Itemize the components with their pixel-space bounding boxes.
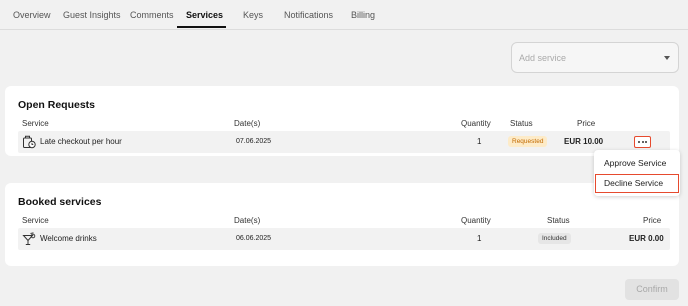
service-name: Welcome drinks (40, 234, 97, 243)
status-badge: Included (538, 233, 571, 244)
dot (645, 141, 647, 143)
decline-service-item[interactable]: Decline Service (595, 174, 679, 193)
col-quantity: Quantity (461, 216, 491, 225)
add-service-placeholder: Add service (519, 53, 567, 63)
table-row: Welcome drinks 06.06.2025 1 Included EUR… (18, 228, 670, 250)
service-price: EUR 10.00 (564, 137, 604, 146)
table-row: Late checkout per hour 07.06.2025 1 Requ… (18, 131, 670, 153)
tab-comments[interactable]: Comments (130, 10, 174, 20)
active-tab-indicator (177, 26, 226, 28)
col-price: Price (577, 119, 596, 128)
service-price: EUR 0.00 (629, 234, 664, 243)
service-name: Late checkout per hour (40, 137, 122, 146)
cocktail-icon (22, 232, 36, 245)
col-status: Status (547, 216, 570, 225)
booked-services-title: Booked services (18, 196, 102, 208)
tab-keys[interactable]: Keys (243, 10, 263, 20)
add-service-select[interactable]: Add service (511, 42, 679, 73)
luggage-clock-icon (23, 135, 36, 149)
col-dates: Date(s) (234, 119, 261, 128)
open-requests-title: Open Requests (18, 99, 96, 111)
service-quantity: 1 (477, 234, 482, 243)
tab-bar: Overview Guest Insights Comments Service… (0, 0, 688, 30)
tab-overview[interactable]: Overview (13, 10, 51, 20)
col-service: Service (22, 216, 49, 225)
service-date: 06.06.2025 (236, 235, 272, 242)
tab-guest-insights[interactable]: Guest Insights (63, 10, 121, 20)
col-dates: Date(s) (234, 216, 261, 225)
col-price: Price (643, 216, 662, 225)
status-badge: Requested (508, 136, 548, 147)
service-quantity: 1 (477, 137, 482, 146)
chevron-down-icon (664, 56, 670, 60)
more-options-button[interactable] (634, 136, 651, 148)
tab-billing[interactable]: Billing (351, 10, 375, 20)
open-requests-card: Open Requests Service Date(s) Quantity S… (5, 86, 679, 156)
col-quantity: Quantity (461, 119, 491, 128)
confirm-button[interactable]: Confirm (625, 279, 679, 300)
row-actions-menu: Approve Service Decline Service (594, 150, 680, 196)
more-dots-icon (638, 141, 640, 143)
service-date: 07.06.2025 (236, 138, 272, 145)
dot (641, 141, 644, 143)
tab-services[interactable]: Services (186, 10, 223, 20)
booked-services-card: Booked services Service Date(s) Quantity… (5, 183, 679, 266)
approve-service-item[interactable]: Approve Service (595, 154, 679, 173)
tab-notifications[interactable]: Notifications (284, 10, 333, 20)
col-service: Service (22, 119, 49, 128)
col-status: Status (510, 119, 533, 128)
